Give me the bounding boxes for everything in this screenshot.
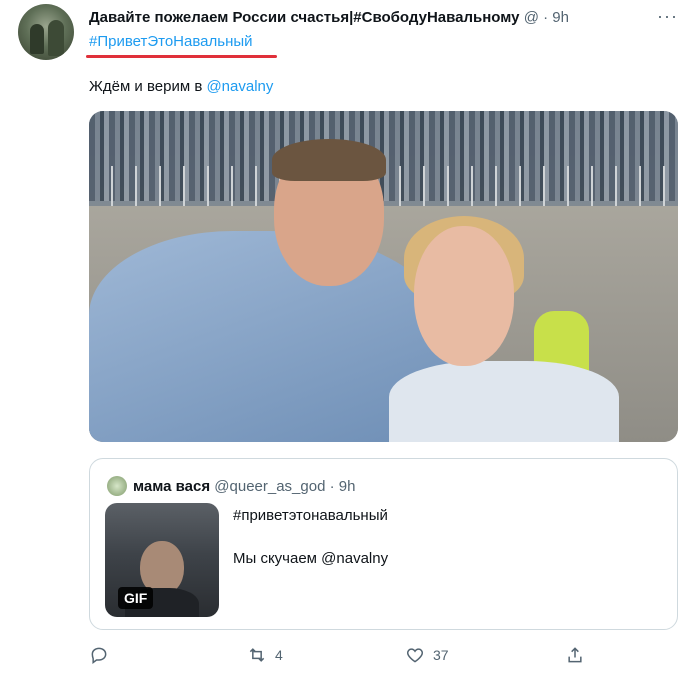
retweet-count: 4 xyxy=(275,647,283,663)
avatar-figure xyxy=(30,24,44,54)
hashtag-link[interactable]: #ПриветЭтоНавальный xyxy=(89,33,253,50)
quoted-author-avatar[interactable] xyxy=(107,476,127,496)
header-separator: · xyxy=(543,9,549,26)
gif-badge: GIF xyxy=(118,587,154,609)
tweet-text-body: Ждём и верим в xyxy=(89,78,207,95)
like-count: 37 xyxy=(433,647,449,663)
quoted-text-hashtag: #приветэтонавальный xyxy=(233,507,388,524)
photo-man-hair xyxy=(272,139,386,181)
quoted-header-separator: · xyxy=(329,478,335,495)
quoted-tweet-time[interactable]: 9h xyxy=(339,478,356,495)
retweet-button[interactable]: 4 xyxy=(247,645,283,665)
tweet-text: Ждём и верим в @navalny xyxy=(89,78,273,95)
heart-icon xyxy=(406,648,424,663)
reply-icon xyxy=(91,647,107,664)
retweet-icon xyxy=(249,648,265,662)
photo-woman-face xyxy=(414,226,514,366)
share-button[interactable] xyxy=(565,645,585,665)
like-button[interactable]: 37 xyxy=(405,645,449,665)
share-icon xyxy=(568,647,582,663)
quoted-text-body: Мы скучаем @navalny xyxy=(233,550,389,567)
reply-button[interactable] xyxy=(89,645,109,665)
photo-woman-body xyxy=(389,361,619,442)
more-horizontal-icon[interactable]: ··· xyxy=(657,6,678,27)
tweet-time[interactable]: 9h xyxy=(552,9,569,26)
avatar-figure xyxy=(48,20,64,56)
author-handle[interactable]: @ xyxy=(524,9,539,26)
quoted-author-name[interactable]: мама вася xyxy=(133,478,210,495)
tweet-photo[interactable] xyxy=(89,111,678,442)
author-name[interactable]: Давайте пожелаем России счастья|#Свободу… xyxy=(89,9,520,26)
quoted-author-handle[interactable]: @queer_as_god xyxy=(214,478,325,495)
quoted-tweet-header: мама вася @queer_as_god · 9h xyxy=(133,478,355,495)
mention-link[interactable]: @navalny xyxy=(206,78,273,95)
tweet-actions: 4 37 xyxy=(89,643,678,673)
author-avatar[interactable] xyxy=(18,4,74,60)
quoted-gif-media[interactable]: GIF xyxy=(105,503,219,617)
quoted-tweet[interactable]: мама вася @queer_as_god · 9h GIF #привет… xyxy=(89,458,678,630)
tweet-header: Давайте пожелаем России счастья|#Свободу… xyxy=(89,9,650,26)
red-underline-annotation xyxy=(86,55,277,58)
